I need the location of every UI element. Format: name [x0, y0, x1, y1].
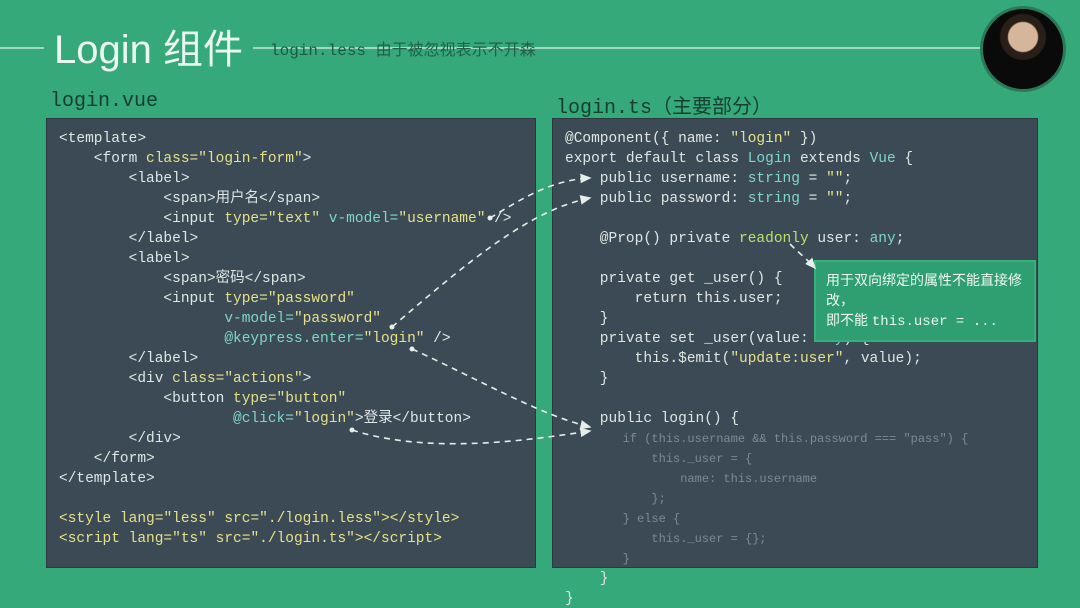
speaker-avatar: [980, 6, 1066, 92]
callout-box: 用于双向绑定的属性不能直接修改， 即不能 this.user = ...: [814, 260, 1036, 342]
callout-line1: 用于双向绑定的属性不能直接修改，: [826, 270, 1024, 310]
code-line: <template>: [59, 131, 146, 147]
code-login-ts: @Component({ name: "login" }) export def…: [552, 118, 1038, 568]
right-panel-file: login.ts: [556, 97, 652, 120]
title-row: Login 组件: [0, 24, 1080, 72]
title-rule-left: [0, 47, 44, 49]
code-login-vue: <template> <form class="login-form"> <la…: [46, 118, 536, 568]
slide-title: Login 组件: [44, 17, 253, 79]
right-panel-annotation: （主要部分）: [652, 96, 772, 118]
right-panel-label: login.ts（主要部分）: [556, 90, 772, 120]
callout-line2: 即不能 this.user = ...: [826, 310, 1024, 332]
subtitle: login.less 由于被忽视表示不开森: [270, 36, 536, 60]
left-panel-label: login.vue: [50, 90, 158, 113]
slide: Login 组件 login.less 由于被忽视表示不开森 login.vue…: [0, 0, 1080, 608]
subtitle-text: 由于被忽视表示不开森: [376, 42, 536, 60]
subtitle-file: login.less: [270, 42, 366, 60]
